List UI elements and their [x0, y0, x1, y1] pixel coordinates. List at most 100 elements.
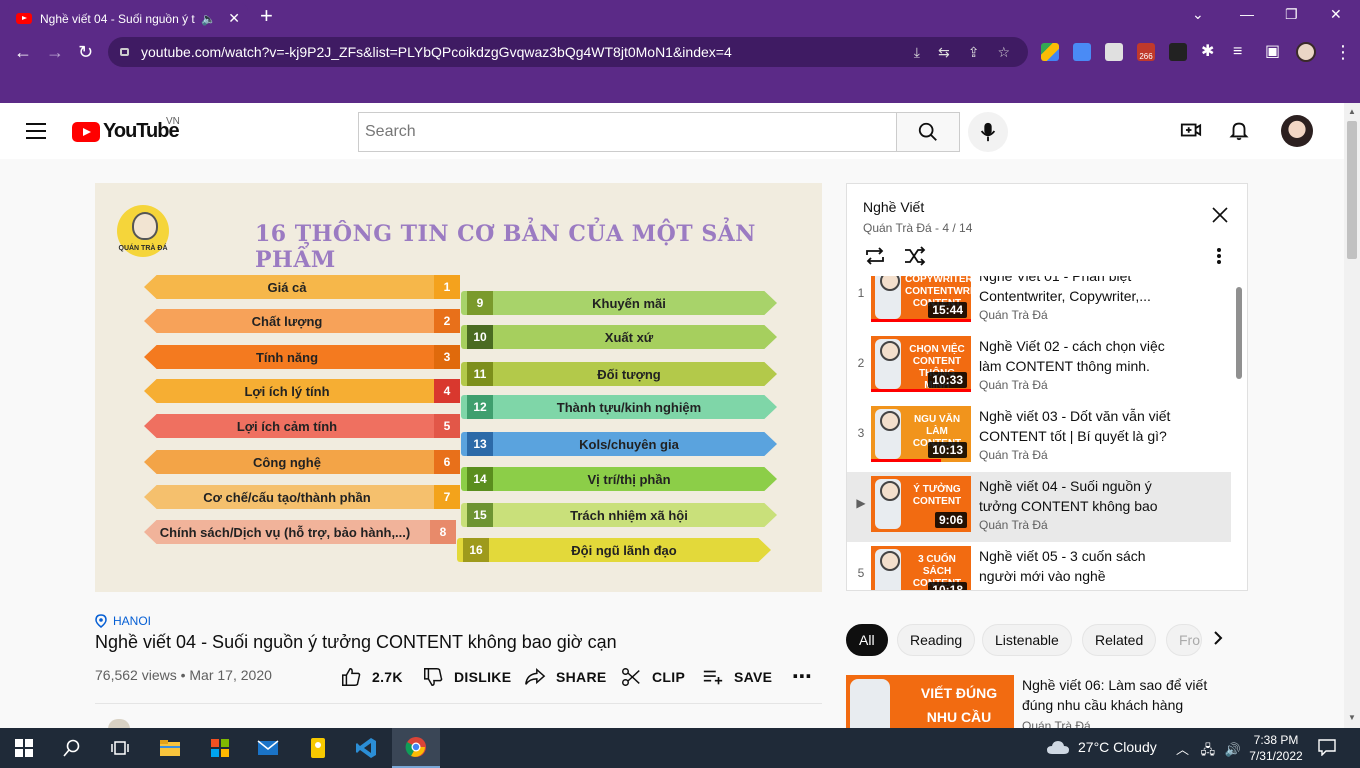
- page-scrollbar[interactable]: ▲ ▼: [1344, 103, 1360, 728]
- system-clock[interactable]: 7:38 PM 7/31/2022: [1246, 732, 1306, 764]
- network-icon[interactable]: 🖧: [1201, 742, 1216, 757]
- new-tab-button[interactable]: +: [260, 5, 273, 27]
- search-button[interactable]: [896, 112, 960, 152]
- scroll-down-icon[interactable]: ▼: [1348, 713, 1356, 722]
- sticky-notes-icon[interactable]: [294, 728, 342, 768]
- playlist-item-thumbnail[interactable]: Ý TƯỞNG CONTENT 9:06: [871, 476, 971, 532]
- file-explorer-icon[interactable]: [146, 728, 194, 768]
- chrome-taskbar-icon[interactable]: [392, 728, 440, 768]
- playlist-more-icon[interactable]: [1215, 246, 1223, 271]
- chip-listenable[interactable]: Listenable: [982, 624, 1072, 656]
- translate-icon[interactable]: ⇆: [938, 44, 950, 61]
- profile-avatar[interactable]: [1296, 42, 1316, 62]
- google-translate-extension-icon[interactable]: [1073, 43, 1091, 61]
- account-avatar[interactable]: [1281, 115, 1313, 147]
- playlist-item-thumbnail[interactable]: CHỌN VIỆC CONTENT THÔNG MINH10:33: [871, 336, 971, 392]
- like-button[interactable]: 2.7K: [340, 666, 403, 688]
- forward-button[interactable]: →: [46, 42, 64, 62]
- scroll-thumb[interactable]: [1347, 121, 1357, 259]
- loop-icon: [866, 247, 884, 265]
- scroll-up-icon[interactable]: ▲: [1348, 107, 1356, 116]
- system-tray[interactable]: ︿ 🖧 🔊: [1176, 739, 1241, 763]
- video-player[interactable]: QUÁN TRÀ ĐÁ 16 THÔNG TIN CƠ BẢN CỦA MỘT …: [95, 183, 822, 592]
- voice-search-button[interactable]: [968, 112, 1008, 152]
- microsoft-store-icon[interactable]: [196, 728, 244, 768]
- playlist-item[interactable]: 3 NGU VĂN LÀM CONTENT10:13Nghề viết 03 - …: [847, 402, 1231, 472]
- tab-close-icon[interactable]: ✕: [228, 10, 240, 27]
- related-video-thumbnail[interactable]: VIẾT ĐÚNG NHU CẦU: [846, 675, 1014, 728]
- media-control-icon[interactable]: ≡: [1233, 42, 1242, 62]
- back-button[interactable]: ←: [14, 42, 32, 62]
- tray-chevron-icon[interactable]: ︿: [1176, 742, 1189, 757]
- lock-icon[interactable]: [120, 48, 129, 56]
- playlist-item-channel: Quán Trà Đá: [979, 448, 1048, 462]
- install-app-icon[interactable]: ⤓: [914, 44, 920, 61]
- shuffle-button[interactable]: [903, 246, 927, 271]
- playlist-panel: Nghề Viết Quán Trà Đá - 4 / 14 1 COPYWRIT…: [846, 183, 1248, 591]
- chips-next-button[interactable]: [1212, 630, 1224, 651]
- related-video-title[interactable]: Nghề viết 06: Làm sao để viết đúng nhu c…: [1022, 675, 1232, 715]
- pill-number: 15: [467, 503, 493, 527]
- hamburger-menu-icon[interactable]: [26, 123, 46, 139]
- windows-start-icon[interactable]: [0, 728, 48, 768]
- task-view-icon[interactable]: [96, 728, 144, 768]
- playlist-close-button[interactable]: [1211, 206, 1229, 229]
- playlist-item[interactable]: 1 COPYWRITER CONTENTWRITER CONTENT15:44 Ng…: [847, 276, 1231, 332]
- extensions-puzzle-icon[interactable]: ✱: [1201, 42, 1214, 62]
- seek-extension-icon[interactable]: [1169, 43, 1187, 61]
- dislike-label: DISLIKE: [454, 669, 512, 685]
- chip-all[interactable]: All: [846, 624, 888, 656]
- close-window-button[interactable]: ✕: [1330, 6, 1342, 23]
- url-text[interactable]: youtube.com/watch?v=-kj9P2J_ZFs&list=PLY…: [141, 44, 914, 60]
- ublock-extension-icon[interactable]: 266: [1137, 43, 1155, 61]
- more-actions-icon[interactable]: ⋯: [792, 664, 812, 689]
- playlist-item[interactable]: 2 CHỌN VIỆC CONTENT THÔNG MINH10:33Nghề V…: [847, 332, 1231, 402]
- playlist-item-current[interactable]: ▶ Ý TƯỞNG CONTENT 9:06 Nghề viết 04 - Suối …: [847, 472, 1231, 542]
- restore-button[interactable]: ❐: [1285, 6, 1298, 23]
- search-icon[interactable]: [48, 728, 96, 768]
- menu-kebab-icon[interactable]: ⋮: [1334, 42, 1352, 62]
- playlist-scrollbar[interactable]: [1236, 287, 1242, 379]
- info-pill-left: Chính sách/Dịch vụ (hỗ trợ, bảo hành,...…: [144, 520, 456, 544]
- notification-center-icon[interactable]: [1318, 738, 1336, 761]
- side-panel-icon[interactable]: ▣: [1265, 42, 1280, 62]
- screenshot-extension-icon[interactable]: [1105, 43, 1123, 61]
- weather-widget[interactable]: 27°C Cloudy: [1046, 739, 1157, 755]
- tab-search-icon[interactable]: ⌄: [1192, 6, 1204, 23]
- volume-icon[interactable]: 🔊: [1225, 742, 1241, 757]
- clip-button[interactable]: CLIP: [620, 666, 685, 688]
- bell-icon: [1229, 122, 1249, 141]
- minimize-button[interactable]: —: [1240, 6, 1254, 22]
- bookmark-star-icon[interactable]: ☆: [997, 44, 1010, 61]
- loop-playlist-button[interactable]: [863, 246, 887, 271]
- browser-tab[interactable]: Nghề viết 04 - Suối nguồn ý tưởng CONTEN…: [8, 3, 248, 34]
- dislike-button[interactable]: DISLIKE: [422, 666, 511, 688]
- related-video-channel[interactable]: Quán Trà Đá: [1022, 719, 1091, 728]
- playlist-item-thumbnail[interactable]: NGU VĂN LÀM CONTENT10:13: [871, 406, 971, 462]
- location-text[interactable]: HANOI: [113, 614, 151, 628]
- youtube-logo[interactable]: YouTube VN: [72, 116, 180, 143]
- notifications-button[interactable]: [1228, 119, 1250, 146]
- share-icon[interactable]: ⇪: [968, 44, 980, 61]
- mail-icon[interactable]: [244, 728, 292, 768]
- reload-button[interactable]: ↻: [78, 42, 93, 62]
- audio-playing-icon[interactable]: 🔈: [201, 12, 216, 26]
- playlist-item-thumbnail[interactable]: 3 CUỐN SÁCH CONTENT PHẢI ĐỌC10:18: [871, 546, 971, 590]
- playlist-subtitle[interactable]: Quán Trà Đá - 4 / 14: [863, 221, 972, 235]
- vscode-icon[interactable]: [342, 728, 390, 768]
- search-box[interactable]: [358, 112, 898, 152]
- chip-reading[interactable]: Reading: [897, 624, 976, 656]
- create-video-button[interactable]: [1180, 119, 1202, 146]
- chip-related[interactable]: Related: [1082, 624, 1157, 656]
- share-button[interactable]: SHARE: [524, 666, 607, 688]
- search-input[interactable]: [365, 123, 885, 141]
- address-bar[interactable]: youtube.com/watch?v=-kj9P2J_ZFs&list=PLY…: [108, 37, 1028, 67]
- chip-fro[interactable]: Fro: [1166, 624, 1202, 656]
- meta-divider: [95, 703, 822, 704]
- save-button[interactable]: SAVE: [702, 666, 772, 688]
- playlist-item-thumbnail[interactable]: COPYWRITER CONTENTWRITER CONTENT15:44: [871, 276, 971, 322]
- drive-extension-icon[interactable]: [1041, 43, 1059, 61]
- channel-mascot-logo: QUÁN TRÀ ĐÁ: [117, 205, 169, 257]
- playlist-title[interactable]: Nghề Viết: [863, 199, 924, 215]
- playlist-item[interactable]: 5 3 CUỐN SÁCH CONTENT PHẢI ĐỌC10:18Nghề v…: [847, 542, 1231, 590]
